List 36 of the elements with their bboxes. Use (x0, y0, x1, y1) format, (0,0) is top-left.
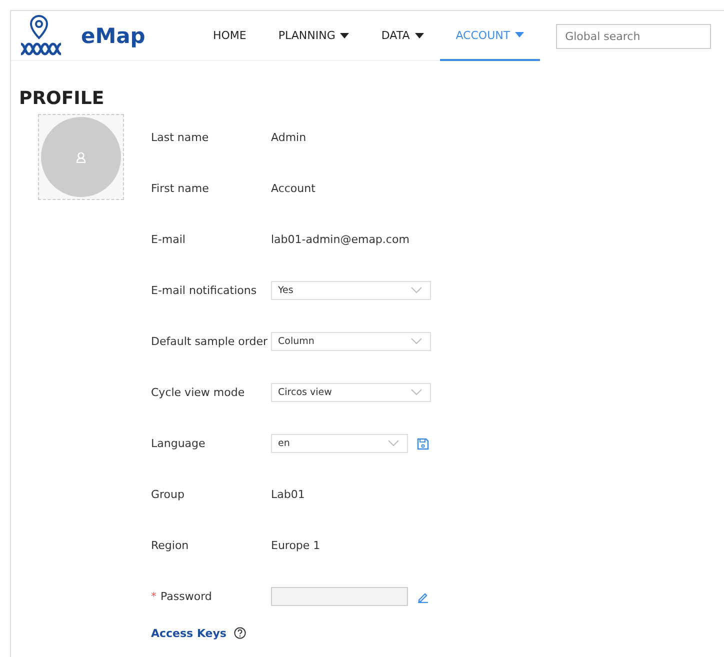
select-field[interactable]: Circos view (271, 383, 431, 402)
field-label: E-mail (151, 233, 186, 246)
select-field[interactable]: en (271, 434, 408, 453)
app-name: eMap (81, 24, 146, 48)
section-title: Access Keys (151, 626, 226, 640)
user-icon (76, 152, 86, 162)
select-field[interactable]: Column (271, 332, 431, 351)
page-title: PROFILE (19, 88, 106, 110)
save-icon[interactable] (417, 438, 429, 450)
search-field[interactable]: Global search (556, 24, 712, 48)
chevron-icon (388, 440, 399, 447)
field-label: Region (151, 539, 190, 552)
field-value: Admin (271, 131, 306, 144)
field-label: Language (151, 437, 206, 450)
field-label: Default sample order (151, 335, 269, 348)
field-value: Lab01 (271, 488, 305, 501)
select-field[interactable]: Yes (271, 281, 431, 300)
nav-tab[interactable]: HOME (197, 11, 262, 60)
required-mark: * (151, 590, 156, 603)
help-icon[interactable] (234, 627, 246, 639)
chevron-icon (411, 389, 422, 396)
chevron-icon (411, 287, 422, 294)
edit-icon[interactable] (417, 590, 429, 602)
field-label: First name (151, 182, 210, 195)
password-field[interactable] (271, 587, 408, 606)
chevron-icon (411, 338, 422, 345)
nav-tab[interactable]: DATA (365, 11, 440, 60)
field-value: Account (271, 182, 316, 195)
field-value: Europe 1 (271, 539, 320, 552)
field-label: * Password (151, 590, 213, 603)
field-label: Cycle view mode (151, 386, 246, 399)
nav-tab[interactable]: PLANNING (262, 11, 366, 60)
field-label: Last name (151, 131, 210, 144)
field-label: Group (151, 488, 186, 501)
field-label: E-mail notifications (151, 284, 258, 297)
field-value: lab01-admin@emap.com (271, 233, 410, 246)
